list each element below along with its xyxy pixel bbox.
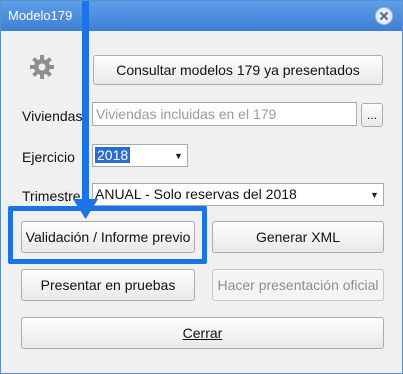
modelo179-dialog: Modelo179 Consultar modelos 179 ya prese… (0, 0, 403, 374)
arrow-down-icon (73, 1, 98, 219)
